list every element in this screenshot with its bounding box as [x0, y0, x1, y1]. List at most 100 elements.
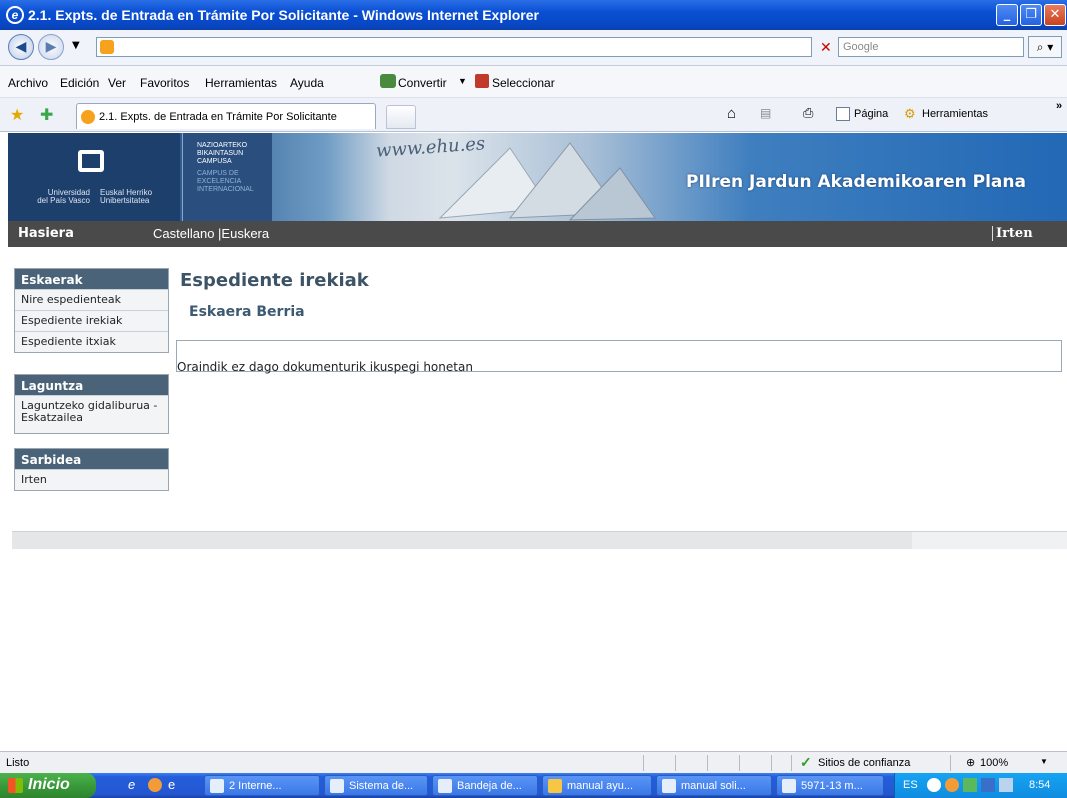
menu-ver[interactable]: Ver: [108, 76, 126, 90]
page-footer-right: [912, 531, 1067, 549]
sidebar-item-espediente-itxiak[interactable]: Espediente itxiak: [15, 331, 168, 352]
zoom-level[interactable]: 100%: [980, 757, 1008, 769]
start-button[interactable]: Inicio: [0, 773, 96, 798]
select-icon: [475, 74, 489, 88]
browser-tab[interactable]: 2.1. Expts. de Entrada en Trámite Por So…: [76, 103, 376, 129]
taskbar-button[interactable]: Sistema de...: [324, 775, 428, 796]
menu-archivo[interactable]: Archivo: [8, 76, 48, 90]
quicklaunch-ie2-icon[interactable]: e: [168, 777, 175, 792]
tools-menu[interactable]: Herramientas: [922, 108, 988, 120]
status-divider: [643, 755, 644, 771]
quicklaunch-ie-icon[interactable]: e: [128, 777, 135, 792]
print-icon[interactable]: ⎙: [803, 105, 813, 121]
page-footer: [12, 531, 1067, 549]
home-icon[interactable]: ⌂: [727, 105, 736, 122]
language-indicator[interactable]: ES: [903, 779, 918, 791]
nav-logout-link[interactable]: Irten: [992, 226, 1033, 241]
add-favorite-icon[interactable]: ✚: [40, 105, 53, 125]
site-navbar: Hasiera Castellano |Euskera Irten: [8, 221, 1067, 247]
status-text: Listo: [6, 757, 30, 769]
taskbar-label: 2 Interne...: [229, 780, 282, 792]
taskbar-button[interactable]: Bandeja de...: [432, 775, 538, 796]
site-favicon-icon: [100, 40, 114, 54]
maximize-button[interactable]: ❐: [1020, 4, 1042, 26]
taskbar-label: manual ayu...: [567, 780, 634, 792]
address-input[interactable]: [96, 37, 812, 57]
tray-icon[interactable]: [945, 778, 959, 792]
more-chevron-icon[interactable]: »: [1056, 100, 1062, 112]
history-dropdown-icon[interactable]: ▼: [72, 40, 80, 51]
zoom-dropdown-icon[interactable]: ▼: [1040, 757, 1048, 766]
back-button[interactable]: ◀: [8, 34, 34, 60]
quicklaunch-app-icon[interactable]: [148, 778, 162, 792]
minimize-button[interactable]: _: [996, 4, 1018, 26]
start-label: Inicio: [28, 776, 70, 793]
convert-dropdown-icon[interactable]: ▼: [458, 76, 467, 86]
tray-icon[interactable]: [981, 778, 995, 792]
convert-icon: [380, 74, 396, 88]
new-request-link[interactable]: Eskaera Berria: [189, 304, 305, 320]
window-title-bar[interactable]: e 2.1. Expts. de Entrada en Trámite Por …: [0, 0, 1067, 30]
document-icon: [662, 779, 676, 793]
window-icon: [438, 779, 452, 793]
sidebar-heading: Laguntza: [15, 375, 168, 395]
taskbar-button[interactable]: 2 Interne...: [204, 775, 320, 796]
taskbar-label: Sistema de...: [349, 780, 414, 792]
select-button[interactable]: Seleccionar: [492, 76, 555, 90]
menu-herramientas[interactable]: Herramientas: [205, 76, 277, 90]
campus-line: INTERNACIONAL: [197, 186, 254, 193]
tray-icon[interactable]: [927, 778, 941, 792]
menu-edicion[interactable]: Edición: [60, 76, 99, 90]
tools-gear-icon: ⚙: [904, 106, 916, 121]
sidebar-item-nire-espedienteak[interactable]: Nire espedienteak: [15, 289, 168, 310]
tray-icon[interactable]: [963, 778, 977, 792]
status-divider: [675, 755, 676, 771]
status-divider: [771, 755, 772, 771]
campus-line: CAMPUSA: [197, 158, 232, 165]
favorites-star-icon[interactable]: ★: [10, 105, 24, 125]
status-divider: [739, 755, 740, 771]
tray-icon[interactable]: [999, 778, 1013, 792]
university-name-eu: Euskal Herriko Unibertsitatea: [100, 188, 153, 205]
feeds-icon[interactable]: ▤: [760, 106, 771, 120]
menu-ayuda[interactable]: Ayuda: [290, 76, 324, 90]
folder-icon: [548, 779, 562, 793]
search-input[interactable]: Google: [838, 37, 1024, 57]
page-icon: [836, 107, 850, 121]
status-divider: [950, 755, 951, 771]
university-logo[interactable]: Universidad del País Vasco Euskal Herriko…: [8, 133, 180, 221]
security-zone[interactable]: Sitios de confianza: [818, 757, 910, 769]
nav-home-link[interactable]: Hasiera: [18, 226, 74, 241]
taskbar-label: Bandeja de...: [457, 780, 522, 792]
menu-favoritos[interactable]: Favoritos: [140, 76, 189, 90]
close-button[interactable]: ✕: [1044, 4, 1066, 26]
taskbar-label: manual soli...: [681, 780, 746, 792]
search-button[interactable]: ⌕ ▾: [1028, 36, 1062, 58]
convert-button[interactable]: Convertir: [398, 76, 447, 90]
taskbar-button[interactable]: manual ayu...: [542, 775, 652, 796]
window-icon: [210, 779, 224, 793]
taskbar-button[interactable]: 5971-13 m...: [776, 775, 884, 796]
forward-button[interactable]: ▶: [38, 34, 64, 60]
sidebar-section-sarbidea: Sarbidea Irten: [14, 448, 169, 491]
clock[interactable]: 8:54: [1029, 779, 1050, 791]
page-menu[interactable]: Página: [854, 108, 888, 120]
tab-title: 2.1. Expts. de Entrada en Trámite Por So…: [99, 111, 337, 123]
taskbar-label: 5971-13 m...: [801, 780, 863, 792]
sidebar-item-espediente-irekiak[interactable]: Espediente irekiak: [15, 310, 168, 331]
sidebar-heading: Eskaerak: [15, 269, 168, 289]
campus-line: EXCELENCIA: [197, 178, 242, 185]
sidebar-item-irten[interactable]: Irten: [15, 469, 168, 490]
campus-line: BIKAINTASUN: [197, 150, 244, 157]
new-tab-button[interactable]: [386, 105, 416, 129]
taskbar: Inicio e e 2 Interne... Sistema de... Ba…: [0, 773, 1067, 798]
document-icon: [782, 779, 796, 793]
stop-icon[interactable]: ✕: [820, 40, 832, 56]
page-title: Espediente irekiak: [180, 270, 369, 291]
taskbar-button[interactable]: manual soli...: [656, 775, 772, 796]
sidebar-heading: Sarbidea: [15, 449, 168, 469]
language-links[interactable]: Castellano |Euskera: [153, 226, 269, 241]
trusted-check-icon: ✓: [800, 754, 812, 770]
campus-line: CAMPUS DE: [197, 170, 239, 177]
sidebar-item-guide[interactable]: Laguntzeko gidaliburua - Eskatzailea: [15, 395, 168, 433]
